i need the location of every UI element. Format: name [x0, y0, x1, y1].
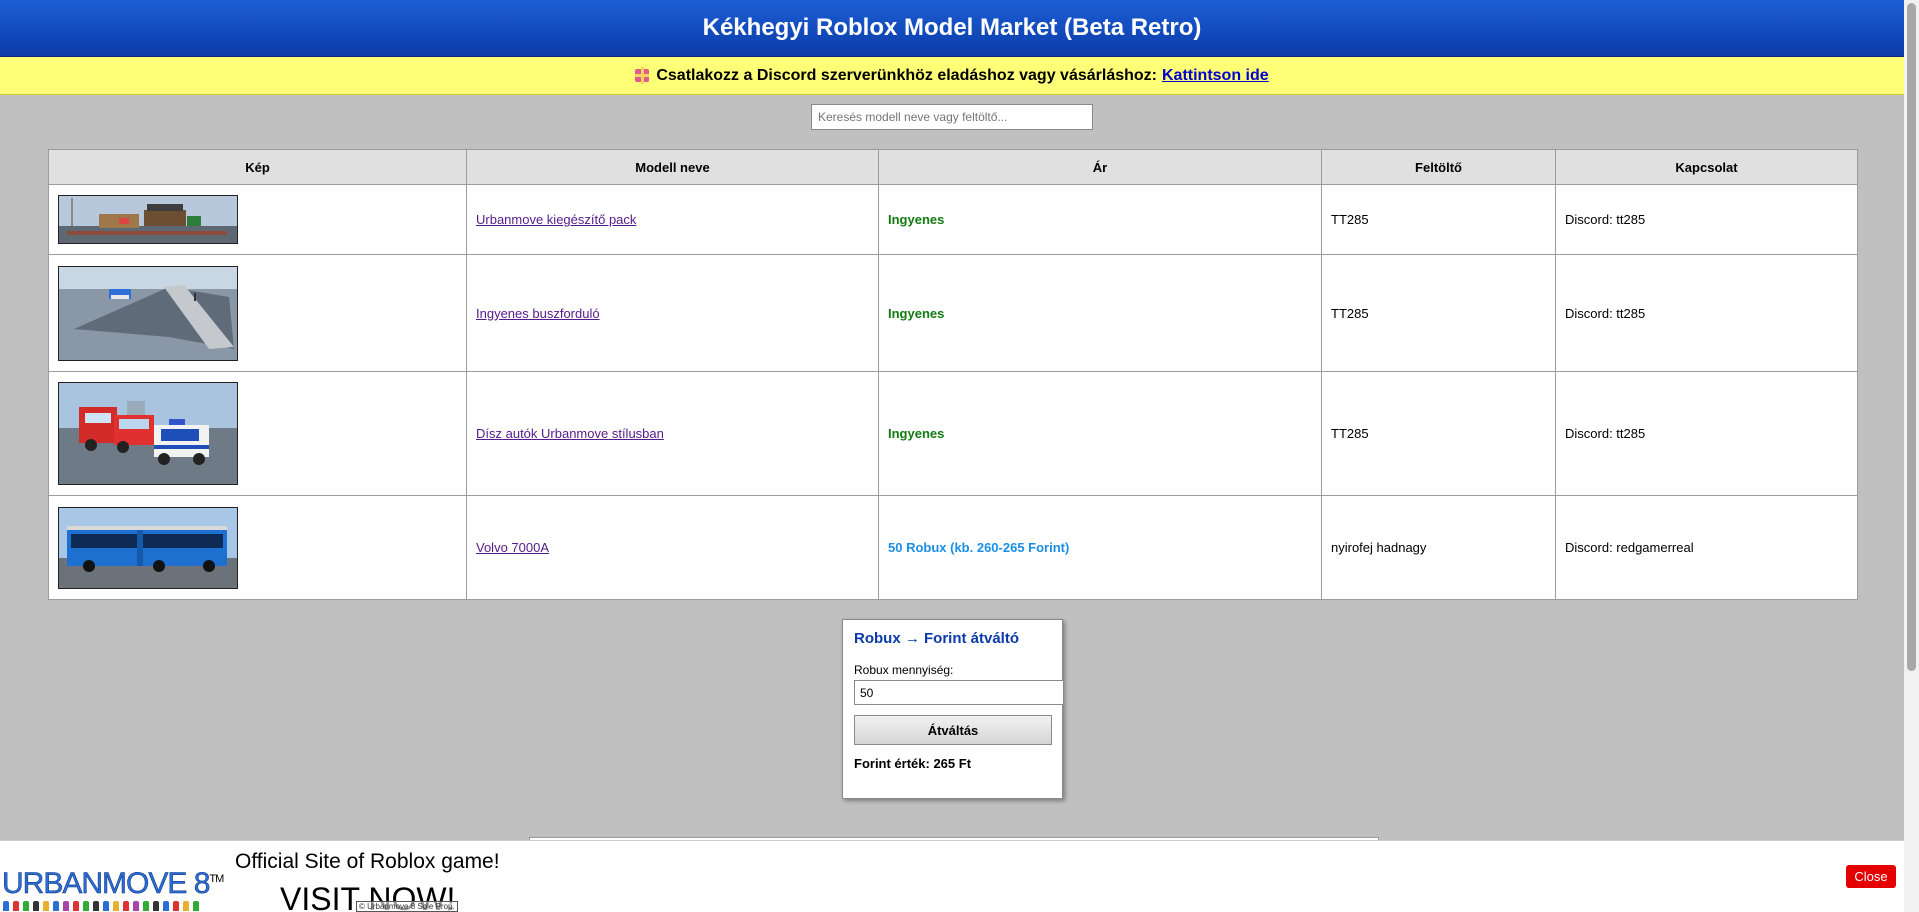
model-price: Ingyenes [888, 212, 945, 227]
urbanmove-logo-text: URBANMOVE 8 [2, 867, 211, 901]
model-thumbnail[interactable] [58, 265, 238, 361]
model-contact-cell: Discord: tt285 [1555, 254, 1858, 372]
model-price: 50 Robux (kb. 260-265 Forint) [888, 540, 1070, 555]
converter-title: Robux → Forint átváltó [854, 630, 1019, 647]
model-name-cell: Ingyenes buszforduló [466, 254, 879, 372]
column-header-contact: Kapcsolat [1555, 149, 1858, 185]
ad-characters-strip [3, 901, 203, 911]
ad-close-button[interactable]: Close [1846, 865, 1896, 888]
model-name-cell: Dísz autók Urbanmove stílusban [466, 371, 879, 496]
model-price-cell: Ingyenes [878, 184, 1322, 255]
model-image-cell [48, 254, 467, 372]
model-thumbnail[interactable] [58, 195, 238, 244]
model-name-link[interactable]: Ingyenes buszforduló [476, 306, 600, 321]
model-name-link[interactable]: Volvo 7000A [476, 540, 549, 555]
ad-bar: URBANMOVE 8TM Official Site of Roblox ga… [0, 840, 1904, 912]
scrollbar-thumb[interactable] [1907, 3, 1916, 671]
ad-copyright: © Urbanmove 8 Sole Prop. [356, 901, 458, 912]
column-header-price: Ár [878, 149, 1322, 185]
model-name-cell: Urbanmove kiegészítő pack [466, 184, 879, 255]
forint-result: Forint érték: 265 Ft [854, 756, 972, 771]
model-name-cell: Volvo 7000A [466, 495, 879, 600]
discord-join-link[interactable]: Kattintson ide [1162, 67, 1269, 85]
model-uploader-cell: TT285 [1321, 184, 1556, 255]
robux-amount-label: Robux mennyiség: [854, 663, 954, 677]
model-contact-cell: Discord: redgamerreal [1555, 495, 1858, 600]
discord-banner: Csatlakozz a Discord szerverünkhöz eladá… [0, 57, 1904, 95]
model-uploader-cell: TT285 [1321, 371, 1556, 496]
page-header: Kékhegyi Roblox Model Market (Beta Retro… [0, 0, 1904, 58]
model-name-link[interactable]: Urbanmove kiegészítő pack [476, 212, 636, 227]
model-table: Kép Modell neve Ár Feltöltő Kapcsolat Ur… [48, 149, 1858, 600]
model-image-cell [48, 371, 467, 496]
model-price: Ingyenes [888, 426, 945, 441]
model-thumbnail[interactable] [58, 506, 238, 589]
gift-icon [635, 67, 650, 84]
column-header-image: Kép [48, 149, 467, 185]
search-input[interactable] [811, 104, 1093, 130]
table-row: Volvo 7000A 50 Robux (kb. 260-265 Forint… [48, 495, 1858, 600]
discord-banner-text: Csatlakozz a Discord szerverünkhöz eladá… [656, 66, 1157, 84]
urbanmove-logo[interactable]: URBANMOVE 8TM [2, 867, 225, 901]
model-contact-cell: Discord: tt285 [1555, 184, 1858, 255]
convert-button[interactable]: Átváltás [854, 715, 1052, 745]
table-row: Dísz autók Urbanmove stílusban Ingyenes … [48, 371, 1858, 496]
page-scrollbar[interactable] [1904, 0, 1919, 912]
model-image-cell [48, 495, 467, 600]
model-price: Ingyenes [888, 305, 945, 321]
page-title: Kékhegyi Roblox Model Market (Beta Retro… [702, 14, 1202, 41]
model-price-cell: Ingyenes [878, 254, 1322, 372]
trademark-mark: TM [209, 873, 224, 885]
model-uploader-cell: TT285 [1321, 254, 1556, 372]
table-row: Ingyenes buszforduló Ingyenes TT285 Disc… [48, 254, 1858, 372]
robux-converter: Robux → Forint átváltó Robux mennyiség: … [842, 619, 1064, 799]
column-header-uploader: Feltöltő [1321, 149, 1556, 185]
model-thumbnail[interactable] [58, 382, 238, 485]
robux-amount-input[interactable] [854, 680, 1064, 705]
table-row: Urbanmove kiegészítő pack Ingyenes TT285… [48, 184, 1858, 255]
model-price-cell: Ingyenes [878, 371, 1322, 496]
table-header-row: Kép Modell neve Ár Feltöltő Kapcsolat [48, 149, 1858, 185]
model-image-cell [48, 184, 467, 255]
model-name-link[interactable]: Dísz autók Urbanmove stílusban [476, 426, 664, 441]
model-uploader-cell: nyirofej hadnagy [1321, 495, 1556, 600]
ad-headline: Official Site of Roblox game! [235, 850, 500, 873]
column-header-model-name: Modell neve [466, 149, 879, 185]
model-contact-cell: Discord: tt285 [1555, 371, 1858, 496]
model-price-cell: 50 Robux (kb. 260-265 Forint) [878, 495, 1322, 600]
